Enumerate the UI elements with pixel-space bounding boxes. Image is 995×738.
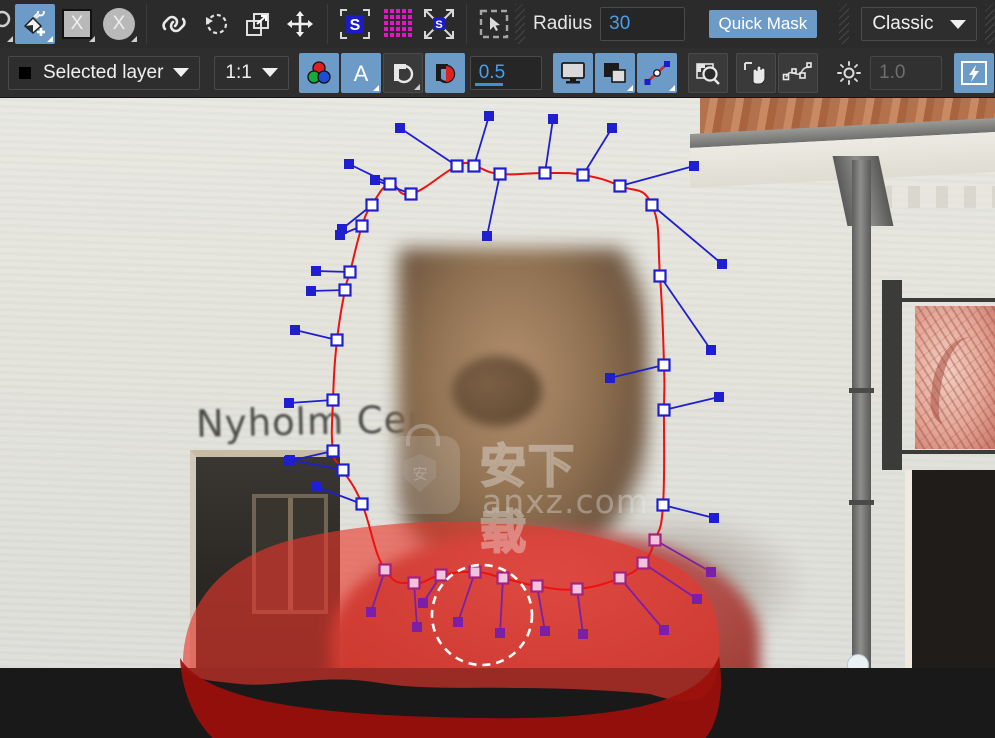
scale-smart-icon[interactable]: S	[419, 4, 459, 44]
photo-layer: Nyholm Centr	[0, 98, 995, 668]
mask-region-lower	[180, 656, 721, 738]
lightning-icon[interactable]	[954, 52, 994, 93]
magnifier-region-icon[interactable]	[687, 52, 728, 93]
door-mullion	[288, 498, 293, 610]
mask-overlay-icon[interactable]	[382, 52, 423, 93]
hand-pan-icon[interactable]	[736, 52, 777, 93]
lasso-select-icon[interactable]	[196, 4, 236, 44]
x-circle-icon[interactable]: X	[99, 4, 139, 44]
selection-overlay-icon[interactable]	[424, 52, 465, 93]
sign-bracket	[882, 280, 902, 470]
corbels	[880, 186, 995, 208]
alpha-letter: A	[353, 61, 368, 86]
layer-select-value: Selected layer	[43, 61, 164, 83]
toolbar-separator	[466, 4, 467, 44]
rgb-channels-icon[interactable]	[298, 52, 339, 93]
gamma-value: 1.0	[879, 61, 906, 83]
x-square-glyph: X	[62, 9, 92, 39]
marquee-pointer-icon[interactable]	[474, 4, 514, 44]
radius-label: Radius	[533, 13, 593, 34]
person-hair-bun	[452, 356, 542, 426]
magenta-grid-icon[interactable]	[377, 4, 417, 44]
smart-select-icon[interactable]: S	[335, 4, 375, 44]
pipe-band	[849, 388, 874, 393]
chevron-down-icon	[261, 68, 278, 77]
wall-poster	[915, 306, 995, 449]
scale-smart-letter: S	[435, 19, 442, 31]
x-square-icon[interactable]: X	[57, 4, 97, 44]
toolbar-separator	[146, 4, 147, 44]
transform-scale-icon[interactable]	[238, 4, 278, 44]
tool-options-corner[interactable]	[47, 36, 53, 42]
sign-bar-top	[890, 298, 995, 302]
paint-bucket-add-icon[interactable]	[15, 4, 55, 44]
image-canvas[interactable]: Nyholm Centr 安 安下载 anxz.com	[0, 98, 995, 738]
layers-compare-icon[interactable]	[594, 52, 635, 93]
radius-value: 30	[609, 13, 631, 34]
chevron-down-icon	[173, 68, 190, 77]
toolbar-drag-grip[interactable]	[985, 4, 995, 44]
node-path-icon[interactable]	[778, 52, 819, 93]
pipe-band	[849, 500, 874, 505]
move-arrows-icon[interactable]	[280, 4, 320, 44]
quick-mask-button[interactable]: Quick Mask	[708, 10, 818, 38]
right-doorway	[905, 470, 995, 668]
primary-toolbar: X X S S Radius 30 Quick Mask Classic	[0, 0, 995, 48]
chevron-down-icon	[950, 19, 966, 29]
layer-color-swatch	[19, 66, 31, 79]
link-chain-icon[interactable]	[154, 4, 194, 44]
brightness-icon[interactable]	[829, 53, 869, 93]
grid-swatch	[382, 9, 412, 39]
toolbar-drag-grip[interactable]	[515, 4, 525, 44]
sign-bar-bottom	[890, 450, 995, 454]
partial-tool-icon[interactable]	[0, 4, 14, 44]
quick-mask-label: Quick Mask	[718, 14, 808, 33]
monitor-preview-icon[interactable]	[552, 52, 593, 93]
image-editor-window: X X S S Radius 30 Quick Mask Classic Sel…	[0, 0, 995, 738]
radius-input[interactable]: 30	[600, 7, 685, 41]
style-dropdown[interactable]: Classic	[861, 7, 977, 41]
secondary-toolbar: Selected layer 1:1 A 0.5 1.0	[0, 48, 995, 98]
zoom-level-dropdown[interactable]: 1:1	[214, 55, 289, 90]
smart-select-letter: S	[350, 17, 361, 34]
downpipe	[852, 160, 871, 668]
opacity-input[interactable]: 0.5	[469, 55, 542, 90]
zoom-level-value: 1:1	[225, 61, 252, 83]
style-dropdown-value: Classic	[872, 13, 934, 34]
curve-adjust-icon[interactable]	[636, 52, 677, 93]
toolbar-separator	[327, 4, 328, 44]
opacity-value: 0.5	[478, 61, 506, 83]
gamma-input[interactable]: 1.0	[870, 55, 942, 90]
alpha-channel-icon[interactable]: A	[340, 52, 381, 93]
opacity-slider-track[interactable]	[474, 82, 503, 86]
toolbar-drag-grip[interactable]	[839, 4, 850, 44]
layer-select-dropdown[interactable]: Selected layer	[8, 55, 201, 90]
